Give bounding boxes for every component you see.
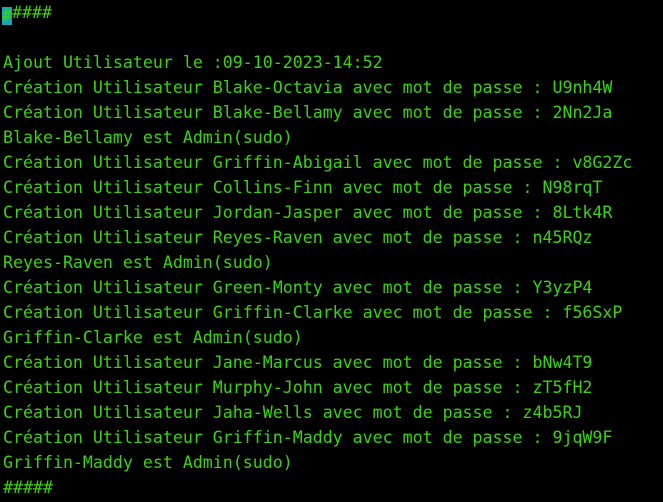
date-line: Ajout Utilisateur le :09-10-2023-14:52 bbox=[3, 53, 383, 72]
log-line: Création Utilisateur Jane-Marcus avec mo… bbox=[3, 353, 593, 372]
log-line: Création Utilisateur Griffin-Maddy avec … bbox=[3, 428, 613, 447]
footer-line: ##### bbox=[3, 478, 53, 497]
log-line: Création Utilisateur Blake-Octavia avec … bbox=[3, 78, 613, 97]
log-line: Griffin-Maddy est Admin(sudo) bbox=[3, 453, 293, 472]
log-line: Blake-Bellamy est Admin(sudo) bbox=[3, 128, 293, 147]
log-line: Création Utilisateur Jaha-Wells avec mot… bbox=[3, 403, 583, 422]
header-line: ##### bbox=[2, 0, 663, 25]
log-line: Création Utilisateur Blake-Bellamy avec … bbox=[3, 103, 613, 122]
header-hashes: #### bbox=[12, 3, 52, 22]
text-cursor: # bbox=[2, 7, 12, 25]
log-line: Création Utilisateur Collins-Finn avec m… bbox=[3, 178, 603, 197]
log-line: Création Utilisateur Griffin-Clarke avec… bbox=[3, 303, 623, 322]
log-line: Création Utilisateur Jordan-Jasper avec … bbox=[3, 203, 613, 222]
cursor-char: # bbox=[2, 6, 12, 25]
log-line: Création Utilisateur Green-Monty avec mo… bbox=[3, 278, 593, 297]
log-line: Griffin-Clarke est Admin(sudo) bbox=[3, 328, 303, 347]
log-line: Création Utilisateur Reyes-Raven avec mo… bbox=[3, 228, 593, 247]
log-line: Création Utilisateur Murphy-John avec mo… bbox=[3, 378, 593, 397]
log-line: Reyes-Raven est Admin(sudo) bbox=[3, 253, 273, 272]
log-line: Création Utilisateur Griffin-Abigail ave… bbox=[3, 153, 633, 172]
terminal-window[interactable]: ##### Ajout Utilisateur le :09-10-2023-1… bbox=[0, 0, 663, 502]
